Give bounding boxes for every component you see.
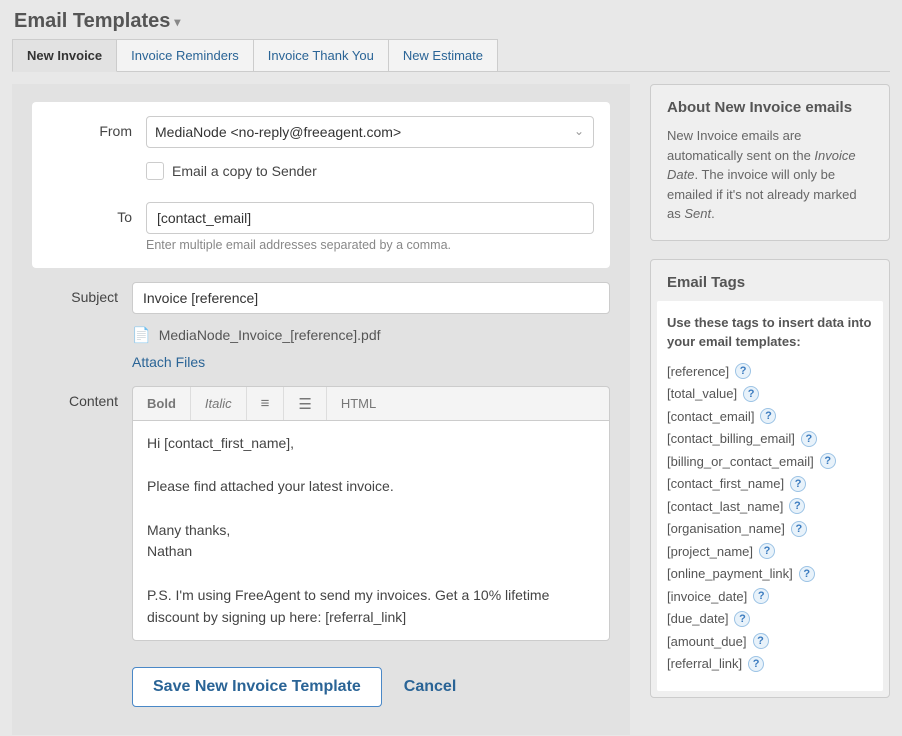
help-icon[interactable]: ? xyxy=(735,363,751,379)
tag-row: [referral_link]? xyxy=(667,654,873,674)
from-label: From xyxy=(32,116,146,139)
help-icon[interactable]: ? xyxy=(791,521,807,537)
caret-down-icon: ▾ xyxy=(174,15,180,29)
tag-name: [due_date] xyxy=(667,609,728,629)
tag-row: [organisation_name]? xyxy=(667,519,873,539)
tag-row: [online_payment_link]? xyxy=(667,564,873,584)
tag-name: [organisation_name] xyxy=(667,519,785,539)
cancel-button[interactable]: Cancel xyxy=(404,678,456,696)
subject-input[interactable] xyxy=(132,282,610,314)
bold-button[interactable]: Bold xyxy=(133,387,191,420)
tag-name: [online_payment_link] xyxy=(667,564,793,584)
tag-name: [contact_last_name] xyxy=(667,497,783,517)
bullet-list-icon: ≡ xyxy=(261,395,270,412)
content-editor[interactable]: Hi [contact_first_name], Please find att… xyxy=(132,420,610,641)
help-icon[interactable]: ? xyxy=(820,453,836,469)
tag-name: [referral_link] xyxy=(667,654,742,674)
tags-list: [reference]?[total_value]?[contact_email… xyxy=(667,362,873,674)
attach-files-link[interactable]: Attach Files xyxy=(132,354,205,370)
tag-name: [reference] xyxy=(667,362,729,382)
help-icon[interactable]: ? xyxy=(753,633,769,649)
help-icon[interactable]: ? xyxy=(801,431,817,447)
bullet-list-button[interactable]: ≡ xyxy=(247,387,285,420)
help-icon[interactable]: ? xyxy=(734,611,750,627)
html-button[interactable]: HTML xyxy=(327,387,390,420)
numbered-list-icon: ☰ xyxy=(298,395,311,413)
email-tags-intro: Use these tags to insert data into your … xyxy=(667,313,873,352)
tag-name: [billing_or_contact_email] xyxy=(667,452,814,472)
tag-name: [contact_billing_email] xyxy=(667,429,795,449)
save-button[interactable]: Save New Invoice Template xyxy=(132,667,382,707)
help-icon[interactable]: ? xyxy=(799,566,815,582)
tag-row: [total_value]? xyxy=(667,384,873,404)
to-label: To xyxy=(32,202,146,225)
tag-name: [project_name] xyxy=(667,542,753,562)
help-icon[interactable]: ? xyxy=(789,498,805,514)
content-label: Content xyxy=(32,386,132,409)
tag-row: [invoice_date]? xyxy=(667,587,873,607)
tag-name: [amount_due] xyxy=(667,632,747,652)
email-copy-checkbox[interactable] xyxy=(146,162,164,180)
numbered-list-button[interactable]: ☰ xyxy=(284,387,326,420)
tag-row: [billing_or_contact_email]? xyxy=(667,452,873,472)
page-title: Email Templates xyxy=(14,10,170,33)
tag-row: [contact_email]? xyxy=(667,407,873,427)
to-input[interactable] xyxy=(146,202,594,234)
editor-toolbar: Bold Italic ≡ ☰ HTML xyxy=(132,386,610,420)
italic-button[interactable]: Italic xyxy=(191,387,247,420)
help-icon[interactable]: ? xyxy=(760,408,776,424)
page-title-dropdown[interactable]: Email Templates ▾ xyxy=(14,10,180,33)
help-icon[interactable]: ? xyxy=(748,656,764,672)
from-select[interactable]: MediaNode <no-reply@freeagent.com> xyxy=(146,116,594,148)
tab-invoice-thank-you[interactable]: Invoice Thank You xyxy=(253,39,389,72)
tag-name: [contact_first_name] xyxy=(667,474,784,494)
about-title: About New Invoice emails xyxy=(651,85,889,126)
tag-row: [contact_first_name]? xyxy=(667,474,873,494)
help-icon[interactable]: ? xyxy=(790,476,806,492)
about-box: About New Invoice emails New Invoice ema… xyxy=(650,84,890,241)
tag-row: [contact_last_name]? xyxy=(667,497,873,517)
email-tags-box: Email Tags Use these tags to insert data… xyxy=(650,259,890,698)
tag-row: [due_date]? xyxy=(667,609,873,629)
tag-name: [contact_email] xyxy=(667,407,754,427)
tag-row: [project_name]? xyxy=(667,542,873,562)
help-icon[interactable]: ? xyxy=(759,543,775,559)
tag-name: [invoice_date] xyxy=(667,587,747,607)
tag-row: [contact_billing_email]? xyxy=(667,429,873,449)
from-to-card: From MediaNode <no-reply@freeagent.com> … xyxy=(32,102,610,268)
tag-row: [reference]? xyxy=(667,362,873,382)
about-body: New Invoice emails are automatically sen… xyxy=(651,126,889,240)
to-hint: Enter multiple email addresses separated… xyxy=(146,238,594,252)
email-copy-label: Email a copy to Sender xyxy=(172,163,317,179)
tab-invoice-reminders[interactable]: Invoice Reminders xyxy=(116,39,254,72)
tabs: New Invoice Invoice Reminders Invoice Th… xyxy=(0,39,902,72)
form-panel: From MediaNode <no-reply@freeagent.com> … xyxy=(12,84,630,735)
tab-new-estimate[interactable]: New Estimate xyxy=(388,39,498,72)
email-tags-title: Email Tags xyxy=(651,260,889,301)
about-em: Sent xyxy=(684,206,711,221)
tag-name: [total_value] xyxy=(667,384,737,404)
about-text: New Invoice emails are automatically sen… xyxy=(667,128,814,163)
tag-row: [amount_due]? xyxy=(667,632,873,652)
attachment-name: MediaNode_Invoice_[reference].pdf xyxy=(159,327,381,343)
help-icon[interactable]: ? xyxy=(753,588,769,604)
tab-new-invoice[interactable]: New Invoice xyxy=(12,39,117,72)
help-icon[interactable]: ? xyxy=(743,386,759,402)
about-text: . xyxy=(711,206,715,221)
subject-label: Subject xyxy=(32,282,132,305)
pdf-icon: 📄 xyxy=(132,326,151,344)
